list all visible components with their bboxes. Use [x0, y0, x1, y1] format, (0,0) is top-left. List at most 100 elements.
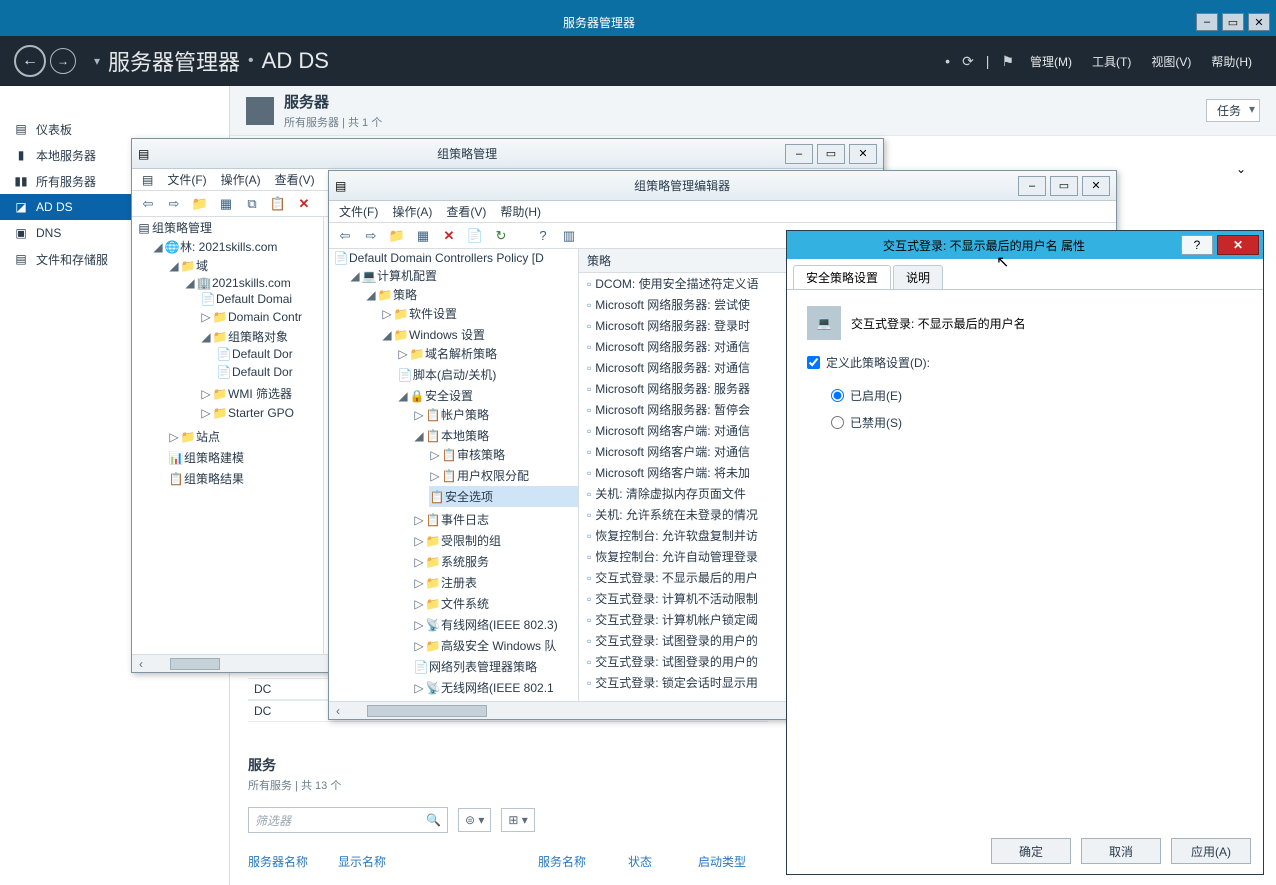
copy-icon[interactable]: ⧉ [242, 194, 262, 214]
menu-tools[interactable]: 工具(T) [1092, 53, 1131, 70]
titlebar: 服务器管理器 – ▭ ✕ [0, 8, 1276, 36]
policy-heading: 交互式登录: 不显示最后的用户名 [851, 315, 1026, 332]
dialog-help-button[interactable]: ? [1181, 235, 1213, 255]
help-icon[interactable]: ? [533, 226, 553, 246]
forward-icon[interactable]: ⇨ [164, 194, 184, 214]
gpedit-menu-view[interactable]: 查看(V) [446, 203, 486, 220]
tab-security-setting[interactable]: 安全策略设置 [793, 265, 891, 289]
policy-icon: 💻 [807, 306, 841, 340]
gpedit-close-button[interactable]: ✕ [1082, 176, 1110, 196]
gpedit-menu-file[interactable]: 文件(F) [339, 203, 378, 220]
apply-button[interactable]: 应用(A) [1171, 838, 1251, 864]
forward-icon[interactable]: ⇨ [361, 226, 381, 246]
menu-help[interactable]: 帮助(H) [1211, 53, 1252, 70]
separator-dot: • [945, 53, 950, 69]
breadcrumb-root[interactable]: 服务器管理器 [108, 45, 240, 77]
radio-enabled[interactable]: 已启用(E) [831, 387, 1243, 404]
policy-item-icon: ▫ [587, 298, 591, 312]
breadcrumb-current: AD DS [262, 48, 329, 74]
gpmc-maximize-button[interactable]: ▭ [817, 144, 845, 164]
paste-icon[interactable]: 📋 [268, 194, 288, 214]
gpmc-minimize-button[interactable]: – [785, 144, 813, 164]
export-icon[interactable]: 📄 [465, 226, 485, 246]
col-servicename[interactable]: 服务名称 [538, 853, 608, 870]
refresh-icon[interactable]: ⟳ [962, 53, 974, 70]
refresh-icon[interactable]: ↻ [491, 226, 511, 246]
up-folder-icon[interactable]: 📁 [387, 226, 407, 246]
menu-manage[interactable]: 管理(M) [1030, 53, 1072, 70]
back-icon[interactable]: ⇦ [335, 226, 355, 246]
gpedit-maximize-button[interactable]: ▭ [1050, 176, 1078, 196]
gpmc-app-icon-small: ▤ [142, 173, 153, 187]
delete-icon[interactable]: ✕ [294, 194, 314, 214]
policy-item-icon: ▫ [587, 571, 591, 585]
nav-dropdown[interactable]: ▾ [94, 54, 100, 68]
tree-root: ▤组策略管理 ◢🌐林: 2021skills.com ◢📁域 ◢🏢2021ski… [136, 217, 323, 493]
filter-input[interactable]: 筛选器 🔍 [248, 807, 448, 833]
nav-forward-button[interactable]: → [50, 48, 76, 74]
servers-title: 服务器 [284, 91, 382, 112]
radio-enabled-input[interactable] [831, 389, 844, 402]
policy-item-icon: ▫ [587, 592, 591, 606]
breadcrumb-sep: • [248, 52, 254, 70]
policy-item-icon: ▫ [587, 529, 591, 543]
back-icon[interactable]: ⇦ [138, 194, 158, 214]
close-button[interactable]: ✕ [1248, 13, 1270, 31]
radio-disabled-input[interactable] [831, 416, 844, 429]
policy-item-icon: ▫ [587, 487, 591, 501]
col-displayname[interactable]: 显示名称 [338, 853, 518, 870]
gpedit-menu-help[interactable]: 帮助(H) [500, 203, 541, 220]
search-icon[interactable]: 🔍 [426, 813, 441, 827]
col-startup[interactable]: 启动类型 [698, 853, 768, 870]
gpedit-tree[interactable]: 📄Default Domain Controllers Policy [D ◢💻… [329, 249, 579, 719]
policy-item-icon: ▫ [587, 466, 591, 480]
policy-item-icon: ▫ [587, 508, 591, 522]
radio-disabled[interactable]: 已禁用(S) [831, 414, 1243, 431]
task-dropdown[interactable]: 任务 [1206, 99, 1260, 122]
gpedit-menu-action[interactable]: 操作(A) [392, 203, 432, 220]
expand-toggle-icon[interactable]: ⌄ [1236, 162, 1246, 176]
servers-subtitle: 所有服务器 | 共 1 个 [284, 114, 382, 130]
ok-button[interactable]: 确定 [991, 838, 1071, 864]
delete-icon[interactable]: ✕ [439, 226, 459, 246]
policy-item-icon: ▫ [587, 277, 591, 291]
properties-dialog: 交互式登录: 不显示最后的用户名 属性 ? ✕ 安全策略设置 说明 💻 交互式登… [786, 230, 1264, 875]
divider: | [986, 53, 990, 69]
col-status[interactable]: 状态 [628, 853, 678, 870]
gpmc-app-icon: ▤ [138, 147, 149, 161]
view-icon[interactable]: ▦ [413, 226, 433, 246]
define-checkbox[interactable]: 定义此策略设置(D): [807, 354, 1243, 371]
servers-tile-icon [246, 97, 274, 125]
dialog-tabs: 安全策略设置 说明 [787, 259, 1263, 290]
columns-icon[interactable]: ▥ [559, 226, 579, 246]
gpmc-close-button[interactable]: ✕ [849, 144, 877, 164]
define-checkbox-input[interactable] [807, 356, 820, 369]
app-title: 服务器管理器 [6, 14, 1192, 31]
dialog-titlebar: 交互式登录: 不显示最后的用户名 属性 ? ✕ [787, 231, 1263, 259]
flag-icon[interactable]: ⚑ [1001, 53, 1014, 70]
remote-bar [0, 0, 1276, 8]
nav-back-button[interactable]: ← [14, 45, 46, 77]
gpmc-hscroll[interactable]: ‹› [132, 654, 324, 672]
gpmc-menu-view[interactable]: 查看(V) [275, 171, 315, 188]
tab-explain[interactable]: 说明 [893, 265, 943, 289]
maximize-button[interactable]: ▭ [1222, 13, 1244, 31]
dashboard-icon: ▤ [14, 122, 28, 136]
cancel-button[interactable]: 取消 [1081, 838, 1161, 864]
menu-view[interactable]: 视图(V) [1151, 53, 1191, 70]
filter-tag-button[interactable]: ⊞ ▾ [501, 808, 534, 832]
dialog-close-button[interactable]: ✕ [1217, 235, 1259, 255]
gpmc-menu-file[interactable]: 文件(F) [167, 171, 206, 188]
main-header: 服务器 所有服务器 | 共 1 个 任务 [230, 86, 1276, 136]
gpmc-menu-action[interactable]: 操作(A) [221, 171, 261, 188]
gpmc-tree[interactable]: ▤组策略管理 ◢🌐林: 2021skills.com ◢📁域 ◢🏢2021ski… [132, 217, 324, 672]
filter-options-button[interactable]: ⊜ ▾ [458, 808, 491, 832]
gpedit-minimize-button[interactable]: – [1018, 176, 1046, 196]
col-servername[interactable]: 服务器名称 [248, 853, 318, 870]
minimize-button[interactable]: – [1196, 13, 1218, 31]
properties-icon[interactable]: ▦ [216, 194, 236, 214]
policy-item-icon: ▫ [587, 319, 591, 333]
policy-item-icon: ▫ [587, 676, 591, 690]
up-icon[interactable]: 📁 [190, 194, 210, 214]
gpedit-app-icon: ▤ [335, 179, 346, 193]
